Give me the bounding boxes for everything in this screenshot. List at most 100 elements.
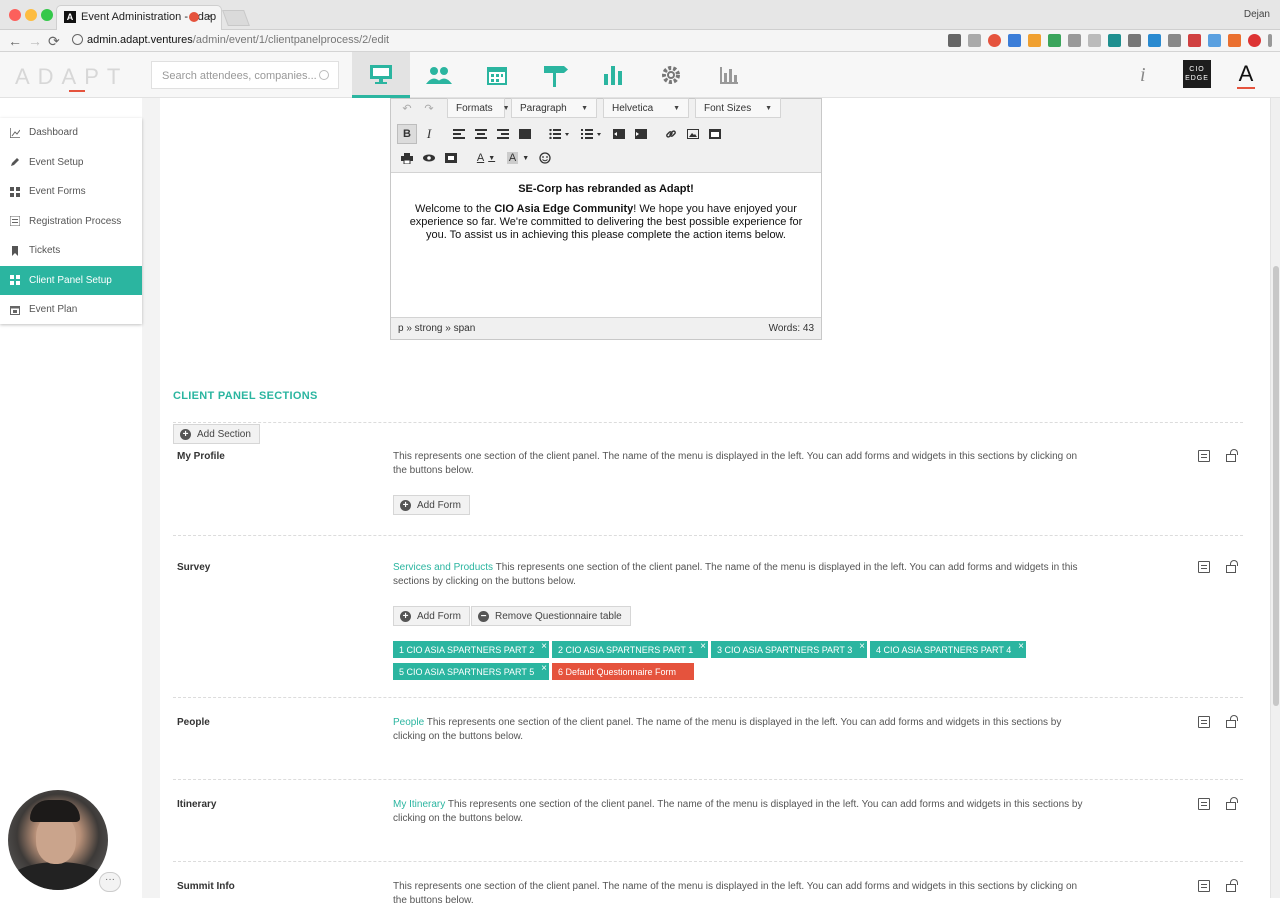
section-link[interactable]: Services and Products [393, 562, 493, 573]
new-tab-button[interactable] [222, 10, 250, 26]
info-icon[interactable]: i [1140, 64, 1146, 87]
extension-box-icon[interactable] [1168, 34, 1181, 47]
lock-icon[interactable] [1226, 879, 1238, 892]
questionnaire-tag[interactable]: 5 CIO ASIA SPARTNERS PART 5 × [393, 663, 549, 680]
italic-button[interactable]: I [419, 124, 439, 144]
extension-dark-icon[interactable] [1128, 34, 1141, 47]
add-form-button[interactable]: + Add Form [393, 606, 470, 626]
search-input[interactable]: Search attendees, companies... [151, 61, 339, 89]
url-field[interactable]: admin.adapt.ventures/admin/event/1/clien… [72, 34, 389, 46]
cio-edge-logo[interactable]: CIO EDGE [1183, 60, 1211, 88]
nav-calendar[interactable] [468, 52, 526, 98]
questionnaire-tag[interactable]: 4 CIO ASIA SPARTNERS PART 4 × [870, 641, 1026, 658]
page-scrollbar[interactable] [1270, 98, 1280, 898]
sidebar-item-event-setup[interactable]: Event Setup [0, 148, 142, 178]
sidebar-item-event-forms[interactable]: Event Forms [0, 177, 142, 207]
sidebar-item-tickets[interactable]: Tickets [0, 236, 142, 266]
scrollbar-thumb[interactable] [1273, 266, 1279, 706]
profile-name[interactable]: Dejan [1244, 9, 1270, 20]
extension-window-icon[interactable] [1208, 34, 1221, 47]
font-sizes-dropdown[interactable]: Font Sizes ▼ [695, 98, 781, 118]
extension-doc-icon[interactable] [1088, 34, 1101, 47]
bold-button[interactable]: B [397, 124, 417, 144]
add-section-button[interactable]: + Add Section [173, 424, 260, 444]
emoticons-button[interactable] [535, 148, 555, 168]
indent-button[interactable] [631, 124, 651, 144]
lock-icon[interactable] [1226, 715, 1238, 728]
minimize-window-button[interactable] [25, 9, 37, 21]
adapt-logo[interactable]: ADAPT [15, 64, 128, 92]
sidebar-item-dashboard[interactable]: Dashboard [0, 118, 142, 148]
bullet-list-button[interactable] [545, 124, 575, 144]
extension-stop-icon[interactable] [1248, 34, 1261, 47]
menu-kebab-icon[interactable] [1268, 34, 1272, 47]
remove-tag-icon[interactable]: × [541, 641, 547, 652]
lock-icon[interactable] [1226, 449, 1238, 462]
media-button[interactable] [705, 124, 725, 144]
sidebar-item-registration-process[interactable]: Registration Process [0, 207, 142, 237]
questionnaire-tag[interactable]: 1 CIO ASIA SPARTNERS PART 2 × [393, 641, 549, 658]
reload-button[interactable]: ⟳ [48, 33, 60, 49]
edit-icon[interactable] [1198, 450, 1210, 462]
sidebar-item-event-plan[interactable]: Event Plan [0, 295, 142, 325]
outdent-button[interactable] [609, 124, 629, 144]
extension-orange-icon[interactable] [1028, 34, 1041, 47]
remove-tag-icon[interactable]: × [859, 641, 865, 652]
redo-button[interactable]: ↷ [419, 98, 439, 118]
sidebar-item-client-panel-setup[interactable]: Client Panel Setup [0, 265, 142, 295]
extension-trello-icon[interactable] [1008, 34, 1021, 47]
more-options-icon[interactable]: ··· [99, 872, 121, 892]
camera-extension-icon[interactable] [948, 34, 961, 47]
extension-grey-icon[interactable] [1068, 34, 1081, 47]
maximize-window-button[interactable] [41, 9, 53, 21]
code-button[interactable] [441, 148, 461, 168]
section-link[interactable]: My Itinerary [393, 799, 445, 810]
section-link[interactable]: People [393, 717, 424, 728]
nav-signpost[interactable] [526, 52, 584, 98]
element-path[interactable]: p » strong » span [398, 323, 475, 334]
preview-button[interactable] [419, 148, 439, 168]
edit-icon[interactable] [1198, 561, 1210, 573]
align-left-button[interactable] [449, 124, 469, 144]
close-window-button[interactable] [9, 9, 21, 21]
nav-settings[interactable] [642, 52, 700, 98]
lock-icon[interactable] [1226, 797, 1238, 810]
edit-icon[interactable] [1198, 798, 1210, 810]
link-button[interactable] [661, 124, 681, 144]
add-form-button[interactable]: + Add Form [393, 495, 470, 515]
extension-pdf-icon[interactable] [1188, 34, 1201, 47]
nav-users[interactable] [410, 52, 468, 98]
paragraph-dropdown[interactable]: Paragraph ▼ [511, 98, 597, 118]
extension-teal-icon[interactable] [1108, 34, 1121, 47]
forward-button[interactable]: → [28, 33, 42, 49]
questionnaire-tag[interactable]: 2 CIO ASIA SPARTNERS PART 1 × [552, 641, 708, 658]
remove-questionnaire-button[interactable]: − Remove Questionnaire table [471, 606, 631, 626]
questionnaire-tag-default[interactable]: 6 Default Questionnaire Form [552, 663, 694, 680]
justify-button[interactable] [515, 124, 535, 144]
nav-reports[interactable] [700, 52, 758, 98]
print-button[interactable] [397, 148, 417, 168]
tab-close-icon[interactable]: × [207, 6, 213, 28]
extension-blue-icon[interactable] [1148, 34, 1161, 47]
extension-fire-icon[interactable] [1228, 34, 1241, 47]
account-logo[interactable]: A [1233, 61, 1259, 89]
text-color-button[interactable]: A ▼ [471, 148, 501, 168]
back-button[interactable]: ← [8, 33, 22, 49]
extension-green-icon[interactable] [1048, 34, 1061, 47]
bg-color-button[interactable]: A ▼ [503, 148, 533, 168]
align-center-button[interactable] [471, 124, 491, 144]
numbered-list-button[interactable] [577, 124, 607, 144]
lock-icon[interactable] [1226, 560, 1238, 573]
edit-icon[interactable] [1198, 880, 1210, 892]
nav-monitor[interactable] [352, 52, 410, 98]
formats-dropdown[interactable]: Formats ▼ [447, 98, 510, 118]
extension-red-icon[interactable] [988, 34, 1001, 47]
nav-stats[interactable] [584, 52, 642, 98]
edit-icon[interactable] [1198, 716, 1210, 728]
image-button[interactable] [683, 124, 703, 144]
font-family-dropdown[interactable]: Helvetica ▼ [603, 98, 689, 118]
remove-tag-icon[interactable]: × [1018, 641, 1024, 652]
align-right-button[interactable] [493, 124, 513, 144]
remove-tag-icon[interactable]: × [700, 641, 706, 652]
questionnaire-tag[interactable]: 3 CIO ASIA SPARTNERS PART 3 × [711, 641, 867, 658]
